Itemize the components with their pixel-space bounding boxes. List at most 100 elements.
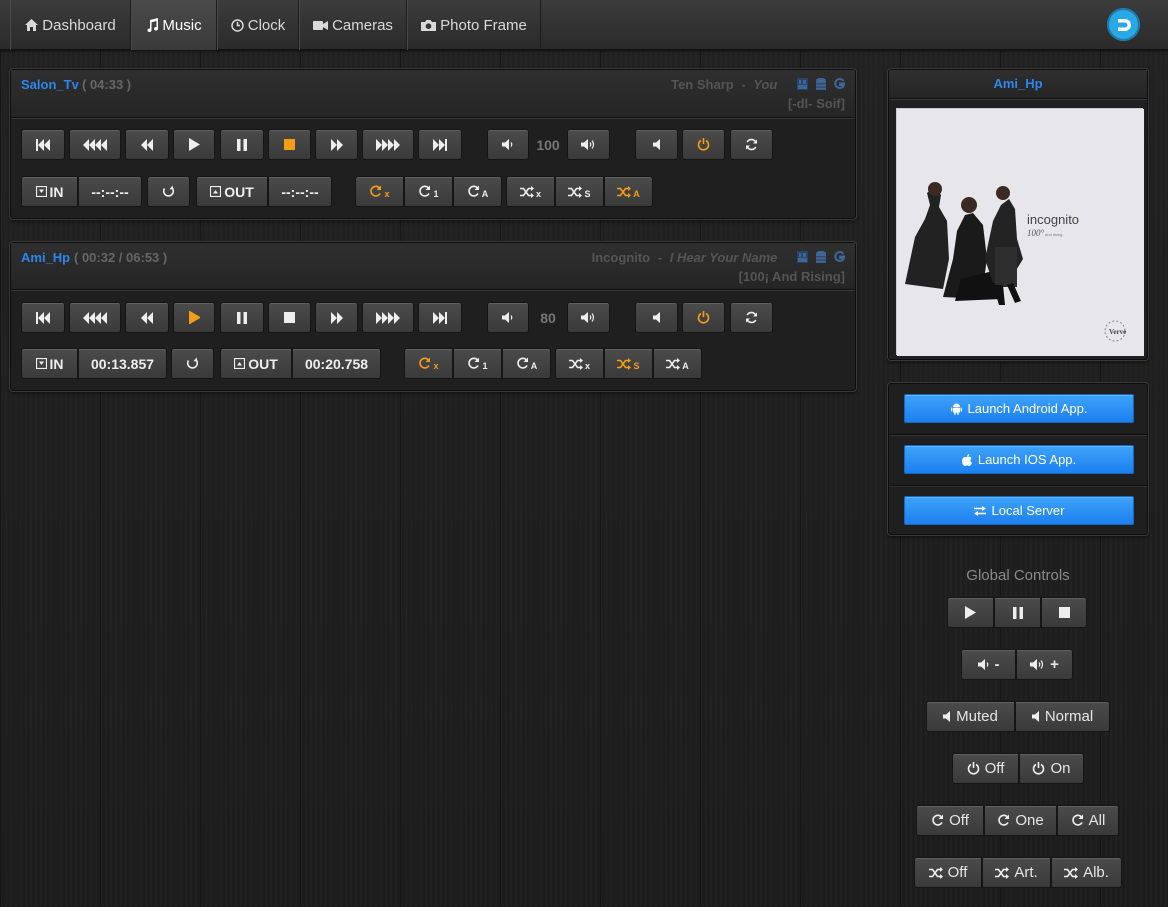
skip-to-start-button[interactable] <box>21 129 65 160</box>
ab-loop-button[interactable] <box>147 176 190 207</box>
power-button[interactable] <box>682 129 725 160</box>
shuffle-albums-button[interactable]: A <box>653 348 702 379</box>
shuffle-songs-button[interactable]: S <box>604 348 653 379</box>
volume-down-icon <box>502 139 513 150</box>
mute-button[interactable] <box>635 129 678 160</box>
volume-up-button[interactable] <box>567 302 610 333</box>
global-shuffle-artist-button[interactable]: Art. <box>982 857 1051 888</box>
database-icon[interactable] <box>816 78 826 93</box>
repeat-all-button[interactable]: A <box>502 348 551 379</box>
shuffle-icon <box>928 866 943 879</box>
rewind-button[interactable] <box>125 129 169 160</box>
global-normal-button[interactable]: Normal <box>1015 701 1110 732</box>
track-album: [-dl- Soif] <box>787 96 845 111</box>
track-title: I Hear Your Name <box>669 250 778 265</box>
play-icon <box>965 606 976 619</box>
play-button[interactable] <box>173 129 215 160</box>
forward-icon <box>330 138 343 151</box>
play-button[interactable] <box>173 302 215 333</box>
power-button[interactable] <box>682 302 725 333</box>
player-name[interactable]: Salon_Tv <box>21 77 79 92</box>
volume-up-button[interactable] <box>567 129 610 160</box>
global-power-off-button[interactable]: Off <box>952 753 1019 784</box>
global-repeat-all-button[interactable]: All <box>1057 805 1119 836</box>
music-icon <box>146 18 159 32</box>
player-name[interactable]: Ami_Hp <box>21 250 70 265</box>
volume-down-button[interactable] <box>487 302 529 333</box>
pause-button[interactable] <box>220 129 264 160</box>
shuffle-icon <box>995 866 1010 879</box>
refresh-button[interactable] <box>730 129 773 160</box>
global-muted-button[interactable]: Muted <box>926 701 1015 732</box>
global-shuffle-off-button[interactable]: Off <box>914 857 982 888</box>
stop-button[interactable] <box>268 129 311 160</box>
mute-button[interactable] <box>635 302 678 333</box>
in-point-icon <box>35 358 47 369</box>
set-in-point-button[interactable]: IN <box>21 176 78 207</box>
repeat-icon <box>468 357 480 369</box>
global-stop-button[interactable] <box>1041 597 1087 628</box>
repeat-one-button[interactable]: 1 <box>453 348 502 379</box>
volume-down-button[interactable] <box>487 129 529 160</box>
shuffle-off-button[interactable]: x <box>506 176 555 207</box>
google-icon[interactable] <box>834 78 846 93</box>
repeat-one-button[interactable]: 1 <box>404 176 453 207</box>
database-icon[interactable] <box>816 251 826 266</box>
shuffle-off-button[interactable]: x <box>555 348 604 379</box>
global-repeat-off-button[interactable]: Off <box>916 805 984 836</box>
launch-panel: Launch Android App. Launch IOS App. Loca… <box>888 383 1148 535</box>
domoticz-logo[interactable] <box>1107 8 1140 41</box>
global-volume-down-button[interactable]: - <box>961 649 1016 680</box>
volume-up-icon <box>1030 659 1044 670</box>
loop-icon <box>162 185 175 197</box>
skip-to-start-button[interactable] <box>21 302 65 333</box>
tab-photo-frame[interactable]: Photo Frame <box>407 0 541 50</box>
repeat-one-label: One <box>1015 812 1044 829</box>
big-rewind-button[interactable] <box>69 302 121 333</box>
launch-ios-button[interactable]: Launch IOS App. <box>904 445 1134 474</box>
repeat-icon <box>998 814 1010 826</box>
tab-cameras[interactable]: Cameras <box>299 0 407 50</box>
global-repeat-one-button[interactable]: One <box>984 805 1057 836</box>
tab-clock[interactable]: Clock <box>217 0 299 50</box>
launch-ios-label: Launch IOS App. <box>977 452 1077 467</box>
big-forward-button[interactable] <box>362 302 414 333</box>
global-volume-up-button[interactable]: + <box>1016 649 1073 680</box>
pause-icon <box>237 138 247 151</box>
skip-to-end-button[interactable] <box>418 302 462 333</box>
youtube-icon[interactable] <box>797 251 808 266</box>
shuffle-albums-button[interactable]: A <box>604 176 653 207</box>
rewind-button[interactable] <box>125 302 169 333</box>
set-out-point-button[interactable]: OUT <box>220 348 292 379</box>
rewind-icon <box>141 311 153 324</box>
set-in-point-button[interactable]: IN <box>21 348 78 379</box>
big-forward-button[interactable] <box>362 129 414 160</box>
skip-to-end-button[interactable] <box>418 129 462 160</box>
repeat-off-button[interactable]: x <box>355 176 404 207</box>
tab-dashboard[interactable]: Dashboard <box>10 0 131 50</box>
launch-android-button[interactable]: Launch Android App. <box>904 394 1134 423</box>
global-pause-button[interactable] <box>994 597 1041 628</box>
tab-music-label: Music <box>162 16 202 34</box>
clock-icon <box>230 18 244 32</box>
forward-button[interactable] <box>315 302 358 333</box>
shuffle-songs-button[interactable]: S <box>555 176 604 207</box>
set-out-point-button[interactable]: OUT <box>196 176 268 207</box>
youtube-icon[interactable] <box>797 78 808 93</box>
global-play-button[interactable] <box>947 597 994 628</box>
ab-loop-button[interactable] <box>171 348 214 379</box>
forward-button[interactable] <box>315 129 358 160</box>
navbar: Dashboard Music Clock Cameras Photo Fram… <box>0 0 1168 50</box>
big-rewind-button[interactable] <box>69 129 121 160</box>
album-cover[interactable]: incognito 100° and rising Verve <box>896 108 1144 356</box>
pause-button[interactable] <box>220 302 264 333</box>
repeat-all-button[interactable]: A <box>453 176 502 207</box>
stop-button[interactable] <box>268 302 311 333</box>
tab-music[interactable]: Music <box>131 0 217 50</box>
local-server-button[interactable]: Local Server <box>904 496 1134 525</box>
global-shuffle-album-button[interactable]: Alb. <box>1051 857 1122 888</box>
repeat-off-button[interactable]: x <box>404 348 453 379</box>
refresh-button[interactable] <box>730 302 773 333</box>
google-icon[interactable] <box>834 251 846 266</box>
global-power-on-button[interactable]: On <box>1019 753 1084 784</box>
